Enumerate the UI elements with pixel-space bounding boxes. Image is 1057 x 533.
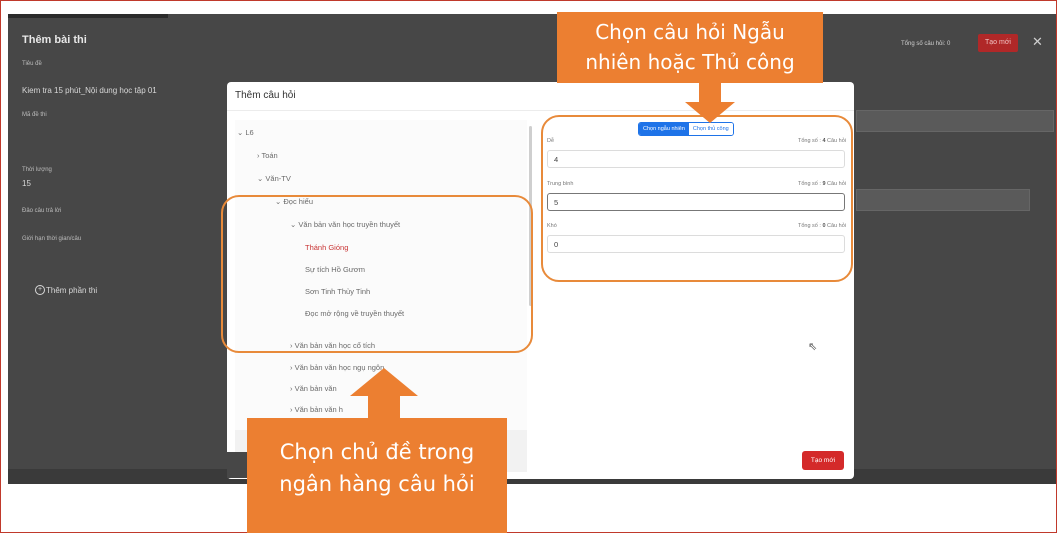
tree-item-label: Toán: [261, 151, 278, 160]
callout-line: nhiên hoặc Thủ công: [585, 50, 795, 74]
callout-choose-topic: Chọn chủ đề trong ngân hàng câu hỏi: [247, 418, 507, 533]
chevron-right-icon: ›: [290, 405, 293, 414]
exam-code-label: Mã đề thi: [22, 112, 47, 118]
tree-highlight: [221, 195, 533, 353]
levels-highlight: [541, 115, 853, 282]
tree-item-label: Văn-TV: [265, 174, 291, 183]
arrow-up-icon: [350, 368, 418, 420]
divider: [227, 110, 854, 111]
page-title: Thêm bài thi: [22, 34, 87, 46]
title-value[interactable]: Kiem tra 15 phút_Nội dung học tập 01: [22, 86, 157, 95]
title-label: Tiêu đề: [22, 61, 42, 67]
plus-circle-icon[interactable]: +: [35, 285, 45, 295]
modal-corner-shadow: [227, 452, 249, 478]
tree-item-label: Văn bản văn h: [294, 405, 343, 414]
top-strip: [8, 14, 168, 18]
tree-item-l6[interactable]: ⌄ L6: [237, 128, 254, 137]
exam-code-field[interactable]: [856, 110, 1054, 132]
total-questions: Tổng số câu hỏi: 0: [901, 41, 951, 47]
close-icon[interactable]: ✕: [1032, 34, 1043, 50]
callout-random-manual: Chọn câu hỏi Ngẫu nhiên hoặc Thủ công: [557, 12, 823, 83]
tree-item-label: Văn bản văn: [294, 384, 337, 393]
shuffle-label: Đảo câu trả lời: [22, 208, 62, 214]
duration-value[interactable]: 15: [22, 179, 31, 188]
arrow-down-icon: [685, 82, 735, 123]
tree-item-toan[interactable]: › Toán: [257, 151, 278, 160]
duration-label: Thời lượng: [22, 167, 52, 173]
add-section-button[interactable]: Thêm phần thi: [46, 286, 97, 295]
create-question-button[interactable]: Tạo mới: [802, 451, 844, 470]
time-limit-label: Giới hạn thời gian/câu: [22, 236, 82, 242]
create-exam-button[interactable]: Tạo mới: [978, 34, 1018, 52]
chevron-down-icon: ⌄: [257, 174, 264, 183]
chevron-right-icon: ›: [290, 384, 293, 393]
tree-item-van-ban-4[interactable]: › Văn bản văn h: [290, 405, 343, 414]
tree-item-van-ban-3[interactable]: › Văn bản văn: [290, 384, 337, 393]
modal-title: Thêm câu hỏi: [235, 90, 296, 101]
chevron-down-icon: ⌄: [237, 128, 244, 137]
callout-line: ngân hàng câu hỏi: [279, 472, 475, 496]
shuffle-field[interactable]: [856, 189, 1030, 211]
callout-line: Chọn chủ đề trong: [279, 440, 475, 464]
chevron-right-icon: ›: [290, 363, 293, 372]
mouse-cursor-icon: ⇖: [808, 341, 818, 353]
tree-item-van-tv[interactable]: ⌄ Văn-TV: [257, 174, 291, 183]
tree-item-label: L6: [245, 128, 254, 137]
chevron-right-icon: ›: [257, 151, 260, 160]
callout-line: Chọn câu hỏi Ngẫu: [595, 20, 785, 44]
